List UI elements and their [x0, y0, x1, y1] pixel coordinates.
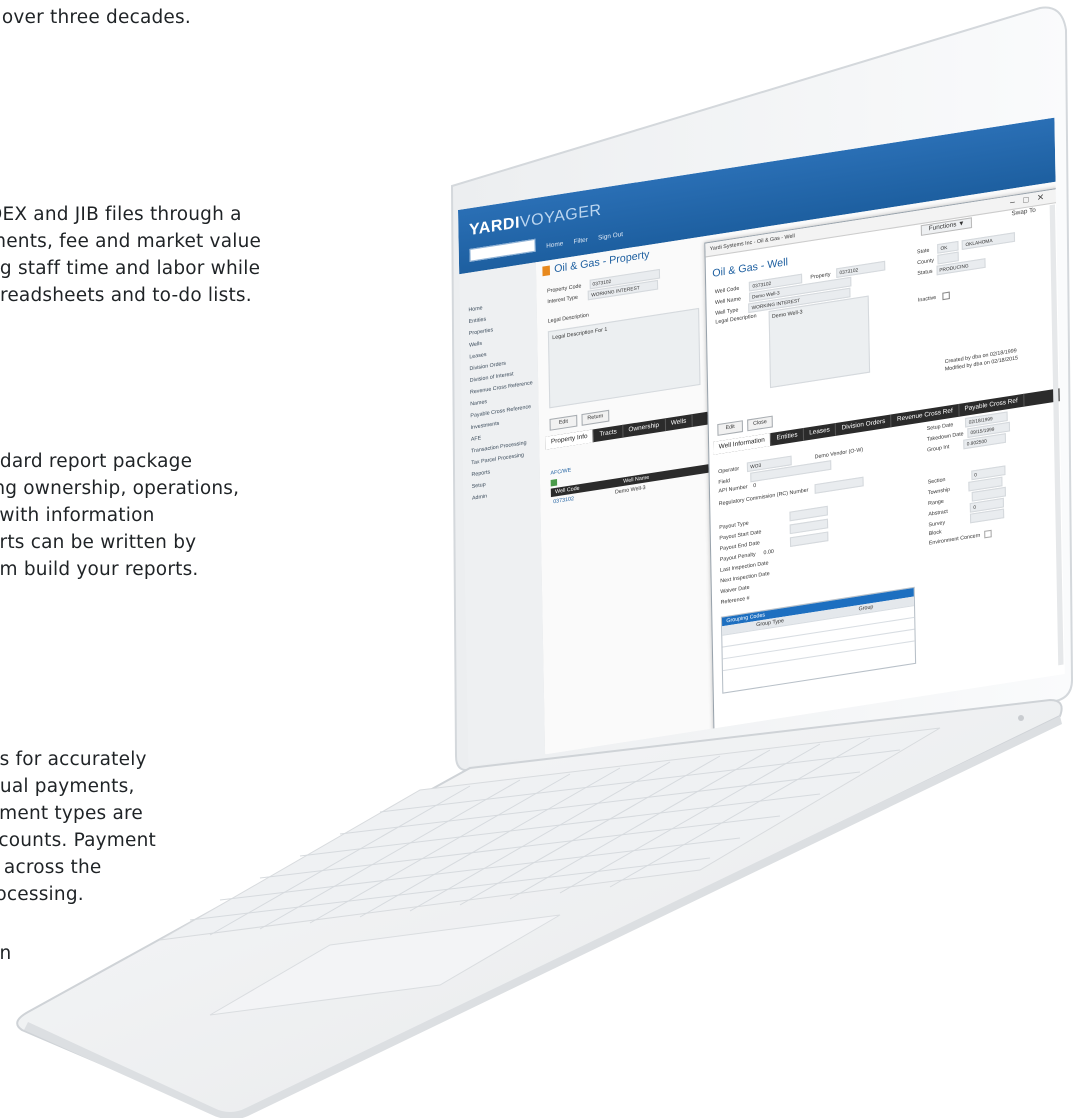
field-label: Status	[917, 268, 933, 278]
field-label: Group Int	[927, 443, 950, 454]
legal-description-label: Legal Description	[547, 312, 589, 325]
tab-property-info[interactable]: Property Info	[545, 429, 595, 450]
grid-section-label: AFC/WE	[550, 467, 572, 477]
legal-description-field[interactable]: Legal Description For 1	[547, 307, 701, 409]
property-field[interactable]: 0373102	[836, 260, 886, 279]
property-edit-button[interactable]: Edit	[549, 414, 578, 431]
top-nav: Home Filter Sign Out	[546, 230, 631, 250]
inactive-checkbox[interactable]	[941, 291, 950, 301]
tab-tracts[interactable]: Tracts	[593, 424, 624, 443]
field-label: Field	[718, 477, 730, 487]
field-label: Survey	[928, 519, 946, 529]
state-row: State OK OKLAHOMA	[917, 232, 1016, 257]
payout-penalty-value: 0.00	[763, 548, 774, 557]
laptop-screen: YARDIVOYAGER Home Filter Sign Out Home E…	[458, 117, 1065, 767]
api-value: 0	[753, 482, 757, 490]
tab-wells[interactable]: Wells	[665, 414, 693, 432]
well-window: Yardi Systems Inc - Oil & Gas - Well –□✕…	[704, 187, 1065, 731]
rin-field[interactable]	[814, 476, 864, 494]
panel-marker-icon	[542, 265, 551, 277]
payout-fields	[789, 505, 829, 550]
camera-icon	[1018, 715, 1024, 721]
tab-division-orders[interactable]: Division Orders	[836, 414, 892, 436]
property-return-button[interactable]: Return	[581, 409, 610, 426]
page: r over three decades. DEX and JIB files …	[0, 0, 1086, 1118]
field-label: Inactive	[917, 294, 937, 304]
field-label: Abstract	[928, 508, 948, 518]
nav-signout-link[interactable]: Sign Out	[598, 232, 623, 242]
laptop-deck	[16, 698, 1063, 1117]
field-label: Section	[927, 476, 946, 486]
field-label: State	[916, 247, 930, 256]
app-logo: YARDIVOYAGER	[469, 201, 602, 240]
sidebar: Home Entities Properties Wells Leases Di…	[459, 262, 547, 767]
search-input[interactable]	[469, 238, 536, 262]
well-edit-button[interactable]: Edit	[717, 420, 744, 436]
env-concern-checkbox[interactable]	[984, 529, 993, 539]
nav-home-link[interactable]: Home	[546, 241, 563, 250]
nav-filter-link[interactable]: Filter	[574, 237, 588, 246]
field-label: Block	[928, 528, 942, 538]
tab-well-information[interactable]: Well Information	[713, 432, 772, 455]
tab-entities[interactable]: Entities	[771, 427, 805, 446]
tab-leases[interactable]: Leases	[803, 422, 837, 441]
operator-name: Demo Vendor (O-W)	[814, 446, 864, 461]
field-label: County	[917, 257, 935, 267]
well-legal-field[interactable]: Demo Well-3	[768, 295, 871, 389]
state-name-field[interactable]: OKLAHOMA	[962, 232, 1016, 250]
block-row: Block	[929, 529, 942, 537]
tab-ownership[interactable]: Ownership	[623, 418, 666, 438]
field-label: Interest Type	[547, 294, 579, 306]
logo-text-light: VOYAGER	[519, 200, 602, 232]
field-label: Range	[928, 498, 944, 508]
excel-export-icon[interactable]	[550, 479, 558, 487]
payout-end-field[interactable]	[789, 531, 829, 548]
inactive-row: Inactive	[917, 291, 950, 304]
logo-text-strong: YARDI	[468, 213, 521, 240]
payout-labels: Payout Type Payout Start Date Payout End…	[719, 514, 775, 608]
well-close-button[interactable]: Close	[747, 415, 773, 432]
